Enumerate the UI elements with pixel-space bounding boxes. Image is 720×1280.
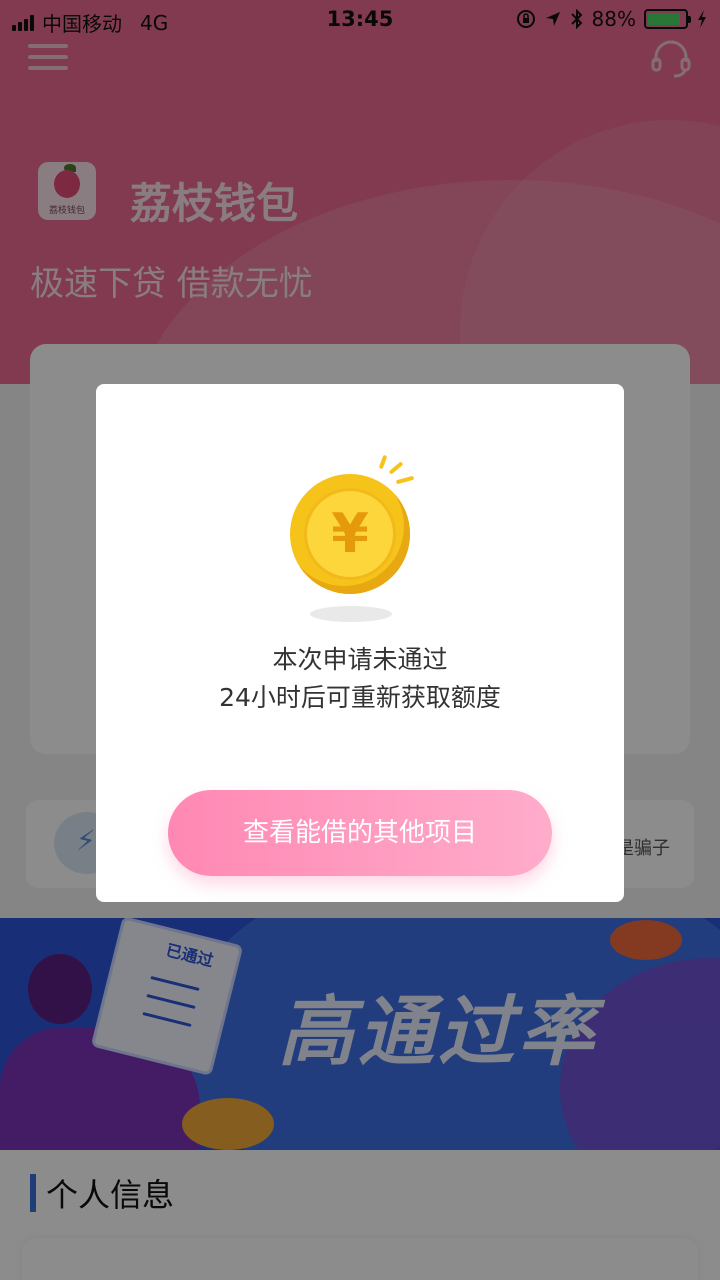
sparkle: [395, 475, 415, 485]
coin-icon: ¥: [290, 474, 410, 594]
dialog-message-line2: 24小时后可重新获取额度: [219, 683, 501, 712]
rejection-dialog: ¥ 本次申请未通过 24小时后可重新获取额度 查看能借的其他项目: [96, 384, 624, 902]
sparkle: [378, 454, 388, 470]
coin-shadow: [310, 606, 392, 622]
view-other-projects-button[interactable]: 查看能借的其他项目: [168, 790, 552, 876]
sparkle: [388, 461, 404, 475]
coin-symbol: ¥: [304, 488, 396, 580]
dialog-message-line1: 本次申请未通过: [272, 645, 448, 674]
